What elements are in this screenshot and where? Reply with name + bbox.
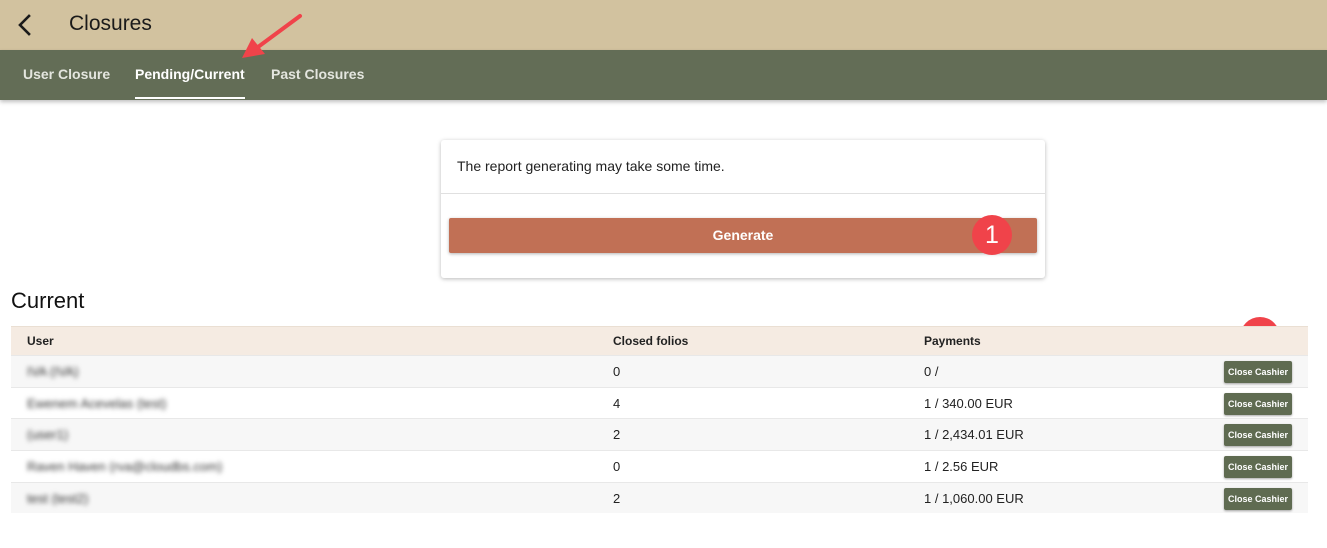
annotation-arrow <box>242 14 302 58</box>
user-cell: test (test2) <box>27 490 89 506</box>
card-divider <box>441 193 1045 194</box>
closed-folios-cell: 2 <box>613 490 621 506</box>
annotation-badge-1: 1 <box>972 215 1012 255</box>
generate-button[interactable]: Generate <box>449 218 1037 253</box>
close-cashier-button[interactable]: Close Cashier <box>1224 424 1292 447</box>
column-header-payments: Payments <box>924 334 981 348</box>
page-title: Closures <box>69 12 152 35</box>
table-row: (user1) 2 1 / 2,434.01 EUR Close Cashier <box>11 418 1308 451</box>
report-message: The report generating may take some time… <box>457 158 725 174</box>
current-table: User Closed folios Payments IVA (IVA) 0 … <box>11 326 1308 514</box>
table-body: IVA (IVA) 0 0 / Close Cashier Ewenem Ace… <box>11 355 1308 514</box>
payments-cell: 1 / 2.56 EUR <box>924 459 999 475</box>
table-row: test (test2) 2 1 / 1,060.00 EUR Close Ca… <box>11 481 1308 514</box>
close-cashier-button[interactable]: Close Cashier <box>1224 487 1292 510</box>
tab-pending-current[interactable]: Pending/Current <box>135 50 245 100</box>
payments-cell: 0 / <box>924 364 939 379</box>
user-cell: Raven Haven (rva@cloudbs.com) <box>27 459 223 475</box>
section-title-current: Current <box>11 288 85 313</box>
table-row: IVA (IVA) 0 0 / Close Cashier <box>11 355 1308 387</box>
close-cashier-button[interactable]: Close Cashier <box>1224 456 1292 479</box>
close-cashier-button[interactable]: Close Cashier <box>1224 361 1292 383</box>
tab-user-closure[interactable]: User Closure <box>23 50 110 100</box>
user-cell: (user1) <box>27 427 69 443</box>
column-header-closed-folios: Closed folios <box>613 334 689 348</box>
back-button[interactable] <box>12 11 40 39</box>
column-header-user: User <box>27 334 54 348</box>
payments-cell: 1 / 340.00 EUR <box>924 395 1013 411</box>
payments-cell: 1 / 2,434.01 EUR <box>924 427 1024 443</box>
payments-cell: 1 / 1,060.00 EUR <box>924 490 1024 506</box>
chevron-left-icon <box>18 14 31 36</box>
user-cell: IVA (IVA) <box>27 364 79 379</box>
user-cell: Ewenem Acevelas (test) <box>27 395 167 411</box>
closed-folios-cell: 4 <box>613 395 621 411</box>
app-header: Closures <box>0 0 1327 50</box>
table-row: Raven Haven (rva@cloudbs.com) 0 1 / 2.56… <box>11 450 1308 482</box>
table-header: User Closed folios Payments <box>11 326 1308 355</box>
report-card: The report generating may take some time… <box>441 140 1045 278</box>
close-cashier-button[interactable]: Close Cashier <box>1224 392 1292 415</box>
closed-folios-cell: 2 <box>613 427 621 443</box>
table-row: Ewenem Acevelas (test) 4 1 / 340.00 EUR … <box>11 386 1308 419</box>
tab-bar: User Closure Pending/Current Past Closur… <box>0 50 1327 100</box>
closed-folios-cell: 0 <box>613 459 621 475</box>
closed-folios-cell: 0 <box>613 364 621 379</box>
